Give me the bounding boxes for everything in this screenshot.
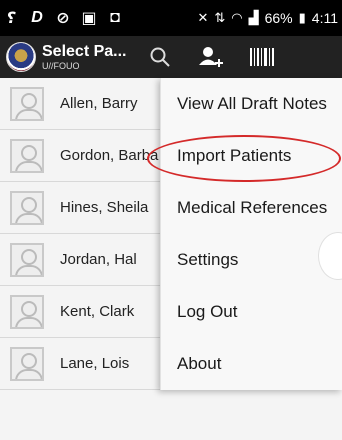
cell-signal-icon: ▟ [248, 10, 259, 25]
add-user-icon[interactable] [197, 45, 223, 69]
data-icon: ⇅ [214, 10, 226, 25]
status-left-icons: ⸮ D ⊘ ▣ ◘ [0, 8, 124, 28]
patient-name: Jordan, Hal [60, 251, 137, 268]
avatar-icon [10, 294, 44, 329]
shield-icon: ⊘ [56, 10, 70, 27]
menu-item-medical-references[interactable]: Medical References [161, 182, 342, 234]
menu-item-settings[interactable]: Settings [161, 234, 342, 286]
signal-partial-icon: ⸮ [6, 10, 16, 27]
avatar-icon [10, 190, 44, 225]
menu-item-view-draft-notes[interactable]: View All Draft Notes [161, 78, 342, 130]
wifi-icon: ◠ [231, 10, 243, 25]
app-bar-actions [149, 45, 275, 69]
briefcase-icon: ◘ [110, 9, 120, 26]
d-app-icon: D [31, 9, 43, 26]
clock: 4:11 [311, 10, 338, 26]
page-title: Select Pa... [42, 42, 127, 60]
search-icon[interactable] [149, 46, 171, 68]
battery-percent: 66% [264, 10, 293, 26]
battery-icon: ▮ [298, 10, 306, 25]
patient-name: Kent, Clark [60, 303, 135, 320]
overflow-menu: View All Draft Notes Import Patients Med… [160, 78, 342, 390]
avatar-icon [10, 138, 44, 173]
mute-icon: ✕ [197, 10, 209, 25]
app-logo-icon[interactable] [6, 42, 36, 72]
avatar-icon [10, 242, 44, 277]
title-block: Select Pa... U//FOUO [42, 42, 127, 71]
patient-name: Hines, Sheila [60, 199, 149, 216]
status-right: ✕ ⇅ ◠ ▟ 66% ▮ 4:11 [197, 10, 342, 26]
avatar-icon [10, 346, 44, 381]
app-bar: Select Pa... U//FOUO [0, 36, 342, 78]
highlight-annotation-ellipse [147, 135, 341, 182]
patient-name: Gordon, Barba [60, 147, 159, 164]
status-bar: ⸮ D ⊘ ▣ ◘ ✕ ⇅ ◠ ▟ 66% ▮ 4:11 [0, 0, 342, 36]
menu-item-log-out[interactable]: Log Out [161, 286, 342, 338]
barcode-icon[interactable] [249, 46, 275, 68]
avatar-icon [10, 86, 44, 121]
classification-label: U//FOUO [42, 60, 80, 71]
patient-name: Lane, Lois [60, 355, 130, 372]
calendar-icon: ▣ [81, 10, 97, 27]
patient-name: Allen, Barry [60, 95, 138, 112]
menu-item-about[interactable]: About [161, 338, 342, 390]
